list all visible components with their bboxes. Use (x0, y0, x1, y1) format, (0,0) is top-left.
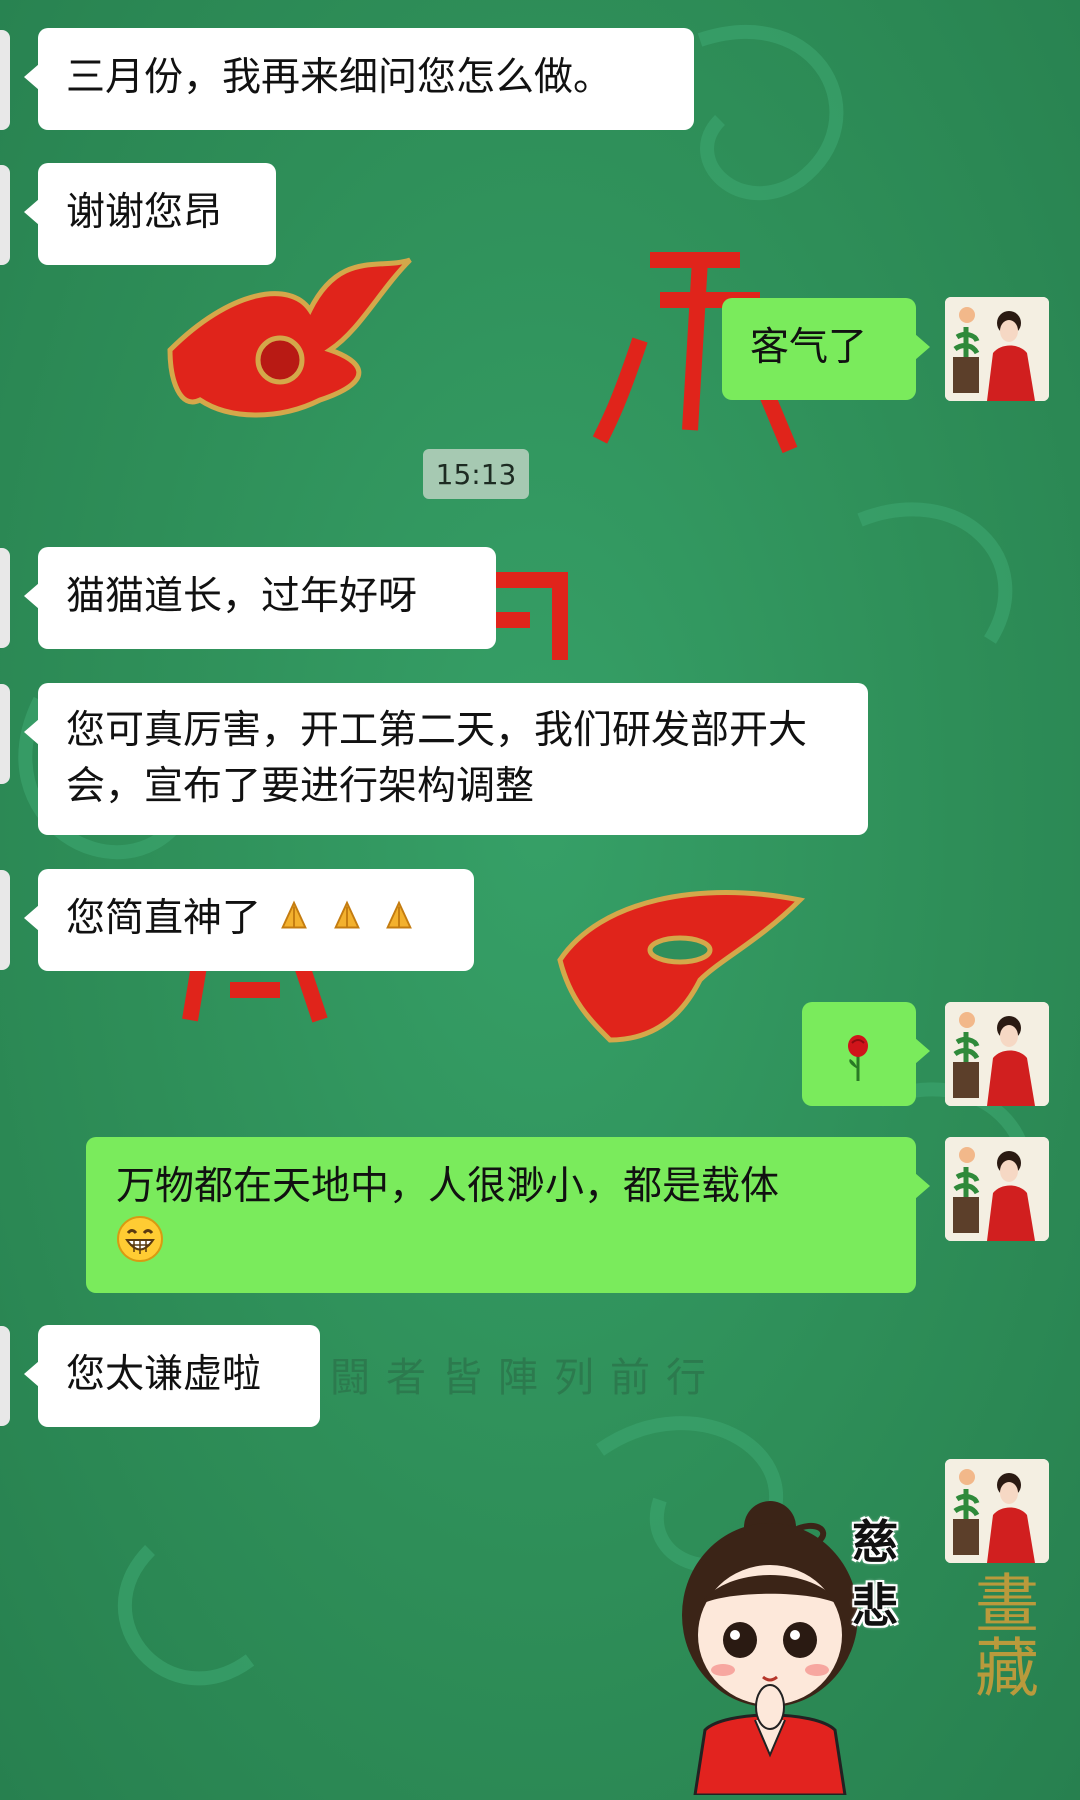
user-avatar[interactable] (945, 297, 1049, 401)
user-avatar-image (945, 297, 1049, 401)
message-bubble-incoming[interactable]: 您可真厉害，开工第二天，我们研发部开大会，宣布了要进行架构调整 (24, 683, 868, 835)
praying-hands-icon (386, 900, 413, 929)
message-bubble-incoming[interactable]: 三月份，我再来细问您怎么做。 (24, 28, 694, 130)
sticker-caption: 慈悲 (852, 1515, 898, 1633)
message-text: 您太谦虚啦 (66, 1352, 262, 1397)
message-bubble-incoming[interactable]: 您简直神了 (24, 869, 474, 971)
contact-avatar-partial[interactable] (0, 684, 10, 784)
message-text: 猫猫道长，过年好呀 (66, 574, 418, 619)
contact-avatar-partial[interactable] (0, 1326, 10, 1426)
contact-avatar-partial[interactable] (0, 165, 10, 265)
user-avatar[interactable] (945, 1002, 1049, 1106)
message-text: 您可真厉害，开工第二天，我们研发部开大会，宣布了要进行架构调整 (66, 708, 808, 809)
contact-avatar-partial[interactable] (0, 30, 10, 130)
message-text: 三月份，我再来细问您怎么做。 (66, 55, 613, 100)
message-bubble-incoming[interactable]: 猫猫道长，过年好呀 (24, 547, 496, 649)
message-timestamp: 15:13 (423, 449, 529, 499)
message-bubble-outgoing[interactable] (802, 1002, 930, 1106)
red-bird-right (557, 890, 806, 1043)
user-avatar-image (945, 1137, 1049, 1241)
praying-hands-icon (281, 900, 308, 929)
user-avatar-image (945, 1459, 1049, 1563)
contact-avatar-partial[interactable] (0, 870, 10, 970)
message-text: 谢谢您昂 (66, 190, 223, 235)
contact-avatar-partial[interactable] (0, 548, 10, 648)
message-text: 您简直神了 (66, 896, 262, 941)
grinning-face-icon (117, 1216, 163, 1262)
message-text: 万物都在天地中，人很渺小，都是载体 (116, 1164, 780, 1209)
message-bubble-incoming[interactable]: 您太谦虚啦 (24, 1325, 320, 1427)
background-signature: 畫藏 (964, 1570, 1038, 1698)
user-avatar[interactable] (945, 1459, 1049, 1563)
red-bird-left (167, 257, 412, 418)
user-avatar[interactable] (945, 1137, 1049, 1241)
praying-hands-icon (333, 900, 360, 929)
user-avatar-image (945, 1002, 1049, 1106)
rose-icon (848, 1034, 868, 1081)
message-bubble-outgoing[interactable]: 客气了 (722, 298, 930, 400)
message-bubble-incoming[interactable]: 谢谢您昂 (24, 163, 276, 265)
background-caption: 闘者皆陣列前行 (330, 1355, 722, 1401)
message-bubble-outgoing[interactable]: 万物都在天地中，人很渺小，都是载体 (86, 1137, 930, 1293)
message-text: 客气了 (750, 325, 868, 370)
